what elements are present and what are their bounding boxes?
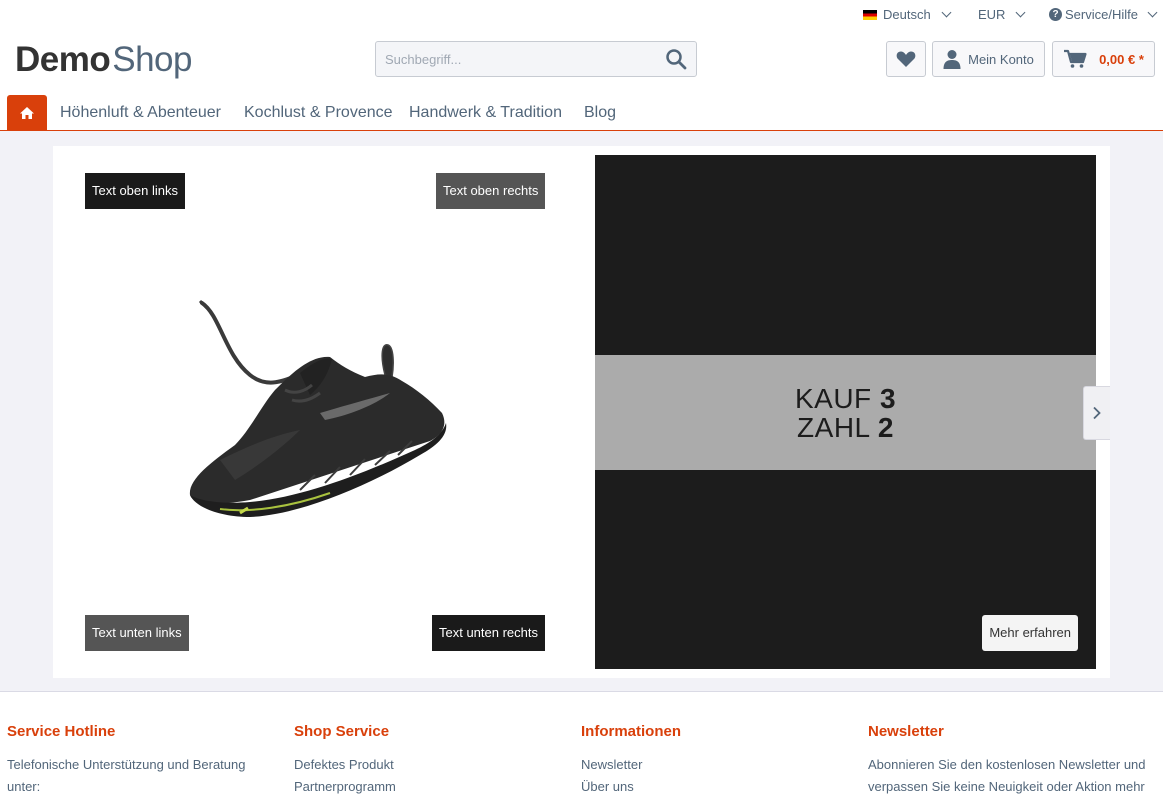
label-bottom-left: Text unten links bbox=[85, 615, 189, 651]
chevron-down-icon bbox=[941, 7, 952, 18]
nav-item-kochlust[interactable]: Kochlust & Provence bbox=[244, 104, 393, 122]
chevron-down-icon bbox=[1147, 7, 1158, 18]
user-icon bbox=[943, 50, 961, 69]
footer-service-hotline: Service Hotline Telefonische Unterstützu… bbox=[7, 722, 272, 798]
footer-link-newsletter[interactable]: Newsletter bbox=[581, 754, 861, 776]
sneaker-product-image bbox=[189, 299, 447, 517]
footer-link-ueber-uns[interactable]: Über uns bbox=[581, 776, 861, 798]
label-top-left: Text oben links bbox=[85, 173, 185, 209]
currency-label: EUR bbox=[978, 7, 1006, 22]
promo-banner[interactable]: KAUF 3 ZAHL 2 Mehr erfahren bbox=[595, 155, 1096, 669]
footer-newsletter: Newsletter Abonnieren Sie den kostenlose… bbox=[868, 722, 1160, 798]
service-help-menu[interactable]: ? Service/Hilfe bbox=[1049, 7, 1158, 22]
search-icon bbox=[666, 49, 687, 70]
footer-informationen: Informationen Newsletter Über uns bbox=[581, 722, 861, 798]
cart-amount: 0,00 € * bbox=[1099, 51, 1144, 67]
logo-shop-text: Shop bbox=[112, 40, 192, 79]
footer-link-partnerprogramm[interactable]: Partnerprogramm bbox=[294, 776, 574, 798]
currency-selector[interactable]: EUR bbox=[978, 7, 1026, 22]
account-label: Mein Konto bbox=[968, 51, 1034, 67]
footer-shop-service: Shop Service Defektes Produkt Partnerpro… bbox=[294, 722, 574, 798]
promo-line-1-word: KAUF bbox=[794, 382, 872, 414]
footer-hotline-text: Telefonische Unterstützung und Beratung … bbox=[7, 757, 246, 794]
footer-shop-service-title: Shop Service bbox=[294, 723, 390, 740]
chevron-down-icon bbox=[1016, 7, 1026, 18]
heart-icon bbox=[896, 51, 916, 67]
nav-item-handwerk[interactable]: Handwerk & Tradition bbox=[409, 104, 562, 122]
promo-band: KAUF 3 ZAHL 2 bbox=[595, 355, 1096, 470]
more-info-button[interactable]: Mehr erfahren bbox=[982, 615, 1078, 651]
promo-line-1: KAUF 3 bbox=[795, 384, 896, 413]
german-flag-icon bbox=[863, 9, 877, 20]
footer-newsletter-title: Newsletter bbox=[868, 723, 944, 740]
footer-hotline-title: Service Hotline bbox=[7, 723, 116, 740]
language-selector[interactable]: Deutsch bbox=[863, 7, 952, 22]
cart-button[interactable]: 0,00 € * bbox=[1052, 41, 1155, 77]
footer-link-defektes-produkt[interactable]: Defektes Produkt bbox=[294, 754, 574, 776]
footer-newsletter-text: Abonnieren Sie den kostenlosen Newslette… bbox=[868, 757, 1146, 794]
home-button[interactable] bbox=[7, 95, 47, 130]
promo-line-2-word: ZAHL bbox=[797, 411, 870, 443]
top-bar: Deutsch EUR ? Service/Hilfe bbox=[0, 0, 1163, 30]
service-help-label: Service/Hilfe bbox=[1065, 7, 1138, 22]
main-navigation: Höhenluft & Abenteuer Kochlust & Provenc… bbox=[0, 95, 1163, 131]
search-button[interactable] bbox=[656, 42, 696, 76]
language-label: Deutsch bbox=[883, 7, 931, 22]
promo-line-2: ZAHL 2 bbox=[797, 413, 894, 442]
wishlist-button[interactable] bbox=[886, 41, 926, 77]
promo-line-1-number: 3 bbox=[879, 382, 897, 414]
chevron-right-icon bbox=[1093, 406, 1101, 420]
question-icon: ? bbox=[1049, 8, 1062, 21]
slider-next-button[interactable] bbox=[1083, 386, 1110, 440]
search-box bbox=[375, 41, 697, 77]
footer-info-title: Informationen bbox=[581, 723, 681, 740]
logo-demo-text: Demo bbox=[15, 40, 111, 79]
search-input[interactable] bbox=[376, 42, 656, 76]
nav-item-hoehenluft[interactable]: Höhenluft & Abenteuer bbox=[60, 104, 221, 122]
account-button[interactable]: Mein Konto bbox=[932, 41, 1045, 77]
label-bottom-right: Text unten rechts bbox=[432, 615, 545, 651]
cart-icon bbox=[1064, 49, 1087, 68]
label-top-right: Text oben rechts bbox=[436, 173, 546, 209]
shop-logo[interactable]: DemoShop bbox=[15, 40, 192, 80]
promo-line-2-number: 2 bbox=[877, 411, 894, 443]
home-icon bbox=[20, 106, 34, 119]
nav-item-blog[interactable]: Blog bbox=[584, 104, 616, 122]
